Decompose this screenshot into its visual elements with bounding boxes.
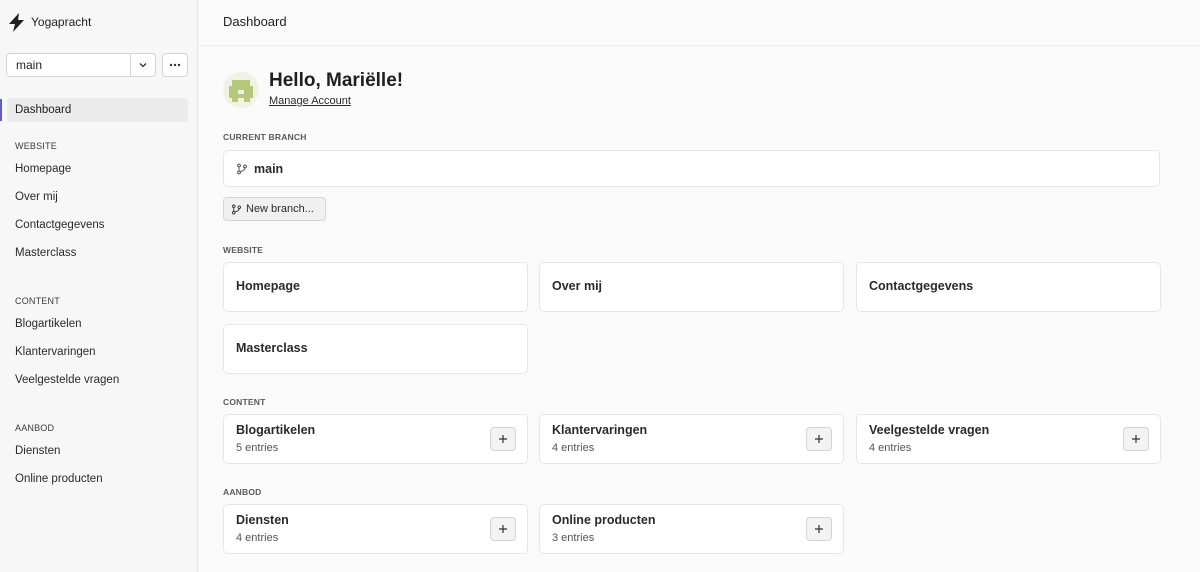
sidebar-item-over-mij[interactable]: Over mij: [15, 191, 58, 203]
page-card-contactgegevens[interactable]: Contactgegevens: [856, 262, 1161, 312]
branch-selector-value: main: [16, 58, 43, 72]
website-section-label: WEBSITE: [223, 245, 264, 255]
plus-icon: [815, 435, 823, 443]
manage-account-link[interactable]: Manage Account: [269, 95, 351, 107]
more-options-button[interactable]: [162, 53, 188, 77]
git-branch-icon: [232, 204, 241, 214]
branch-selector[interactable]: main: [6, 53, 156, 77]
plus-icon: [1132, 435, 1140, 443]
collection-card-klantervaringen[interactable]: Klantervaringen 4 entries: [539, 414, 844, 464]
current-branch-label: CURRENT BRANCH: [223, 132, 307, 142]
collection-card-diensten[interactable]: Diensten 4 entries: [223, 504, 528, 554]
add-entry-button[interactable]: [490, 427, 516, 451]
sidebar-item-dashboard[interactable]: Dashboard: [7, 98, 188, 122]
new-branch-button[interactable]: New branch...: [223, 197, 326, 221]
sidebar-item-online-producten[interactable]: Online producten: [15, 473, 103, 485]
sidebar-item-homepage[interactable]: Homepage: [15, 163, 71, 175]
bolt-icon: [9, 12, 24, 32]
current-branch-name: main: [254, 161, 284, 176]
collection-title: Veelgestelde vragen: [869, 423, 990, 437]
sidebar-item-klantervaringen[interactable]: Klantervaringen: [15, 346, 96, 358]
app-name: Yogapracht: [31, 15, 92, 29]
plus-icon: [499, 525, 507, 533]
collection-entry-count: 4 entries: [552, 442, 595, 454]
collection-title: Blogartikelen: [236, 423, 316, 437]
avatar[interactable]: [223, 72, 259, 108]
add-entry-button[interactable]: [1123, 427, 1149, 451]
sidebar-item-contactgegevens[interactable]: Contactgegevens: [15, 219, 105, 231]
sidebar-section-website: WEBSITE: [15, 141, 57, 151]
collection-entry-count: 3 entries: [552, 532, 595, 544]
content-section-label: CONTENT: [223, 397, 266, 407]
page-card-title: Contactgegevens: [869, 279, 974, 293]
page-card-title: Homepage: [236, 279, 300, 293]
new-branch-label: New branch...: [246, 203, 314, 215]
sidebar-item-blogartikelen[interactable]: Blogartikelen: [15, 318, 81, 330]
sidebar-section-aanbod: AANBOD: [15, 423, 55, 433]
main-content: Dashboard Hello, Mariëlle! Manage Accoun…: [199, 0, 1200, 572]
sidebar: Yogapracht main Dashboard WEBSITE Homepa…: [0, 0, 198, 572]
add-entry-button[interactable]: [806, 517, 832, 541]
brand[interactable]: Yogapracht: [8, 12, 91, 32]
top-bar: Dashboard: [199, 0, 1200, 46]
page-card-masterclass[interactable]: Masterclass: [223, 324, 528, 374]
page-card-homepage[interactable]: Homepage: [223, 262, 528, 312]
plus-icon: [499, 435, 507, 443]
active-nav-indicator: [0, 99, 2, 121]
page-title: Dashboard: [223, 14, 287, 29]
sidebar-item-veelgestelde-vragen[interactable]: Veelgestelde vragen: [15, 374, 119, 386]
collection-card-online-producten[interactable]: Online producten 3 entries: [539, 504, 844, 554]
aanbod-section-label: AANBOD: [223, 487, 262, 497]
sidebar-item-masterclass[interactable]: Masterclass: [15, 247, 76, 259]
sidebar-item-diensten[interactable]: Diensten: [15, 445, 60, 457]
sidebar-section-content: CONTENT: [15, 296, 60, 306]
collection-card-blogartikelen[interactable]: Blogartikelen 5 entries: [223, 414, 528, 464]
collection-title: Klantervaringen: [552, 423, 648, 437]
add-entry-button[interactable]: [806, 427, 832, 451]
greeting: Hello, Mariëlle!: [269, 70, 404, 91]
collection-title: Diensten: [236, 513, 289, 527]
collection-entry-count: 4 entries: [869, 442, 912, 454]
collection-card-veelgestelde-vragen[interactable]: Veelgestelde vragen 4 entries: [856, 414, 1161, 464]
git-branch-icon: [237, 163, 247, 174]
collection-entry-count: 4 entries: [236, 532, 279, 544]
page-card-title: Over mij: [552, 279, 603, 293]
collection-entry-count: 5 entries: [236, 442, 279, 454]
page-card-title: Masterclass: [236, 341, 308, 355]
collection-title: Online producten: [552, 513, 656, 527]
current-branch-card[interactable]: main: [223, 150, 1160, 187]
page-card-over-mij[interactable]: Over mij: [539, 262, 844, 312]
plus-icon: [815, 525, 823, 533]
add-entry-button[interactable]: [490, 517, 516, 541]
more-horizontal-icon: [169, 63, 181, 67]
chevron-down-icon[interactable]: [130, 54, 155, 76]
